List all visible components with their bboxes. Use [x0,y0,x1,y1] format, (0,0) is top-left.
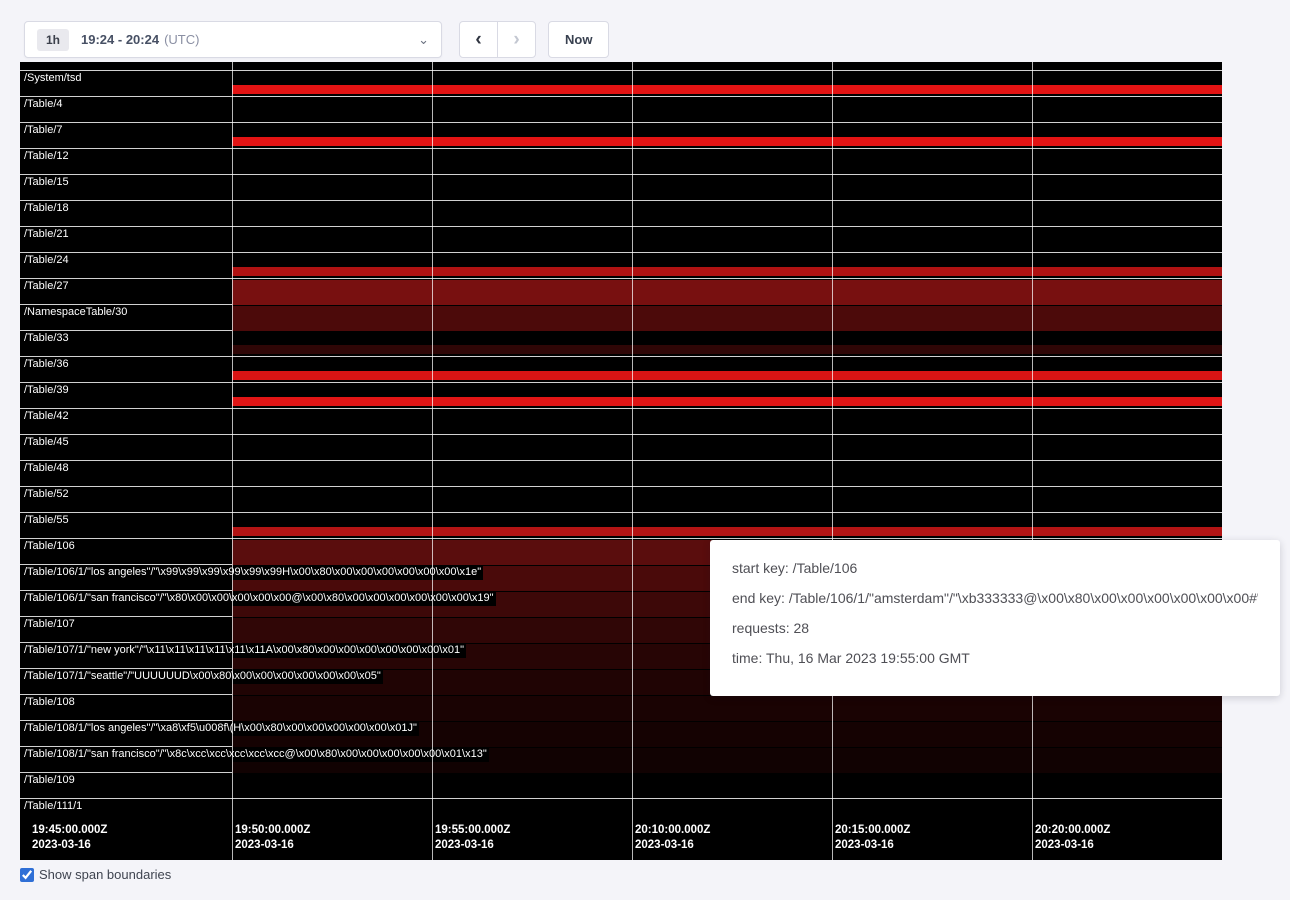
heatmap-row[interactable]: /Table/12 [20,148,1222,174]
row-label: /Table/7 [22,124,65,138]
row-label: /Table/111/1 [22,800,84,814]
heatmap-row[interactable]: /Table/45 [20,434,1222,460]
heatmap-row[interactable]: /Table/15 [20,174,1222,200]
row-label: /Table/109 [22,774,77,788]
tooltip-requests: requests: 28 [732,620,1258,636]
show-span-boundaries-checkbox[interactable] [20,868,34,882]
heatmap-row[interactable]: /Table/36 [20,356,1222,382]
row-label: /Table/27 [22,280,71,294]
row-label: /Table/107/1/"new york"/"\x11\x11\x11\x1… [22,644,466,658]
time-range-dropdown[interactable]: 1h 19:24 - 20:24 (UTC) ⌄ [24,21,442,58]
toolbar: 1h 19:24 - 20:24 (UTC) ⌄ ‹ › Now [24,21,609,58]
heatmap-row[interactable]: /Table/108 [20,694,1222,720]
x-axis-tick: 19:45:00.000Z2023-03-16 [32,823,107,853]
x-axis-tick: 19:55:00.000Z2023-03-16 [435,823,510,853]
row-label: /Table/45 [22,436,71,450]
time-gridline [632,62,633,860]
tooltip-end-key: end key: /Table/106/1/"amsterdam"/"\xb33… [732,590,1258,606]
x-axis-tick: 20:20:00.000Z2023-03-16 [1035,823,1110,853]
show-span-boundaries-label: Show span boundaries [39,867,171,882]
row-heat-band [232,371,1222,380]
row-label: /Table/42 [22,410,71,424]
heatmap-row[interactable]: /Table/48 [20,460,1222,486]
row-heat-band [232,527,1222,536]
heatmap-row[interactable]: /NamespaceTable/30 [20,304,1222,330]
time-gridline [1032,62,1033,860]
row-heat-band [232,85,1222,94]
row-label: /Table/15 [22,176,71,190]
key-visualizer-canvas[interactable]: /System/tsd/Table/4/Table/7/Table/12/Tab… [20,62,1222,860]
heatmap-row[interactable]: /Table/18 [20,200,1222,226]
row-label: /Table/106 [22,540,77,554]
time-gridline [832,62,833,860]
next-window-button[interactable]: › [497,21,536,58]
row-label: /Table/4 [22,98,65,112]
row-label: /Table/24 [22,254,71,268]
row-label: /Table/106/1/"san francisco"/"\x80\x00\x… [22,592,496,606]
time-gridline [432,62,433,860]
heatmap-row[interactable]: /Table/27 [20,278,1222,304]
time-gridline [232,62,233,860]
row-label: /Table/107/1/"seattle"/"UUUUUUD\x00\x80\… [22,670,383,684]
row-heat-band [232,345,1222,354]
row-label: /Table/108/1/"san francisco"/"\x8c\xcc\x… [22,748,489,762]
chevron-down-icon: ⌄ [418,32,429,48]
row-label: /Table/108/1/"los angeles"/"\xa8\xf5\u00… [22,722,419,736]
row-label: /NamespaceTable/30 [22,306,129,320]
heatmap-row[interactable]: /Table/108/1/"los angeles"/"\xa8\xf5\u00… [20,720,1222,746]
row-label: /Table/33 [22,332,71,346]
heatmap-row[interactable]: /System/tsd [20,70,1222,96]
row-heat-band [232,306,1222,331]
row-label: /Table/55 [22,514,71,528]
row-label: /Table/106/1/"los angeles"/"\x99\x99\x99… [22,566,483,580]
row-label: /Table/36 [22,358,71,372]
now-button[interactable]: Now [548,21,609,58]
x-axis-tick: 20:10:00.000Z2023-03-16 [635,823,710,853]
row-label: /Table/107 [22,618,77,632]
row-label: /Table/12 [22,150,71,164]
time-nav-group: ‹ › [459,21,536,58]
heatmap-row[interactable]: /Table/109 [20,772,1222,798]
heatmap-row[interactable]: /Table/111/1 [20,798,1222,824]
row-label: /Table/39 [22,384,71,398]
heatmap-row[interactable]: /Table/4 [20,96,1222,122]
row-heat-band [232,137,1222,146]
row-heat-band [232,280,1222,305]
footer: Show span boundaries [20,867,171,882]
row-heat-band [232,397,1222,406]
row-label: /Table/21 [22,228,71,242]
prev-window-button[interactable]: ‹ [459,21,498,58]
span-tooltip: start key: /Table/106 end key: /Table/10… [710,540,1280,696]
heatmap-rows: /System/tsd/Table/4/Table/7/Table/12/Tab… [20,70,1222,824]
time-range-label: 19:24 - 20:24 [81,32,159,47]
row-label: /Table/108 [22,696,77,710]
x-axis-tick: 19:50:00.000Z2023-03-16 [235,823,310,853]
row-heat-band [232,696,1222,721]
heatmap-row[interactable]: /Table/24 [20,252,1222,278]
tooltip-start-key: start key: /Table/106 [732,560,1258,576]
row-label: /System/tsd [22,72,83,86]
duration-badge: 1h [37,29,69,51]
heatmap-row[interactable]: /Table/39 [20,382,1222,408]
timezone-label: (UTC) [164,32,199,47]
row-label: /Table/18 [22,202,71,216]
x-axis-tick: 20:15:00.000Z2023-03-16 [835,823,910,853]
heatmap-row[interactable]: /Table/42 [20,408,1222,434]
row-label: /Table/52 [22,488,71,502]
heatmap-row[interactable]: /Table/21 [20,226,1222,252]
heatmap-row[interactable]: /Table/33 [20,330,1222,356]
heatmap-row[interactable]: /Table/52 [20,486,1222,512]
heatmap-row[interactable]: /Table/108/1/"san francisco"/"\x8c\xcc\x… [20,746,1222,772]
tooltip-time: time: Thu, 16 Mar 2023 19:55:00 GMT [732,650,1258,666]
row-label: /Table/48 [22,462,71,476]
row-heat-band [232,267,1222,276]
heatmap-row[interactable]: /Table/55 [20,512,1222,538]
heatmap-row[interactable]: /Table/7 [20,122,1222,148]
